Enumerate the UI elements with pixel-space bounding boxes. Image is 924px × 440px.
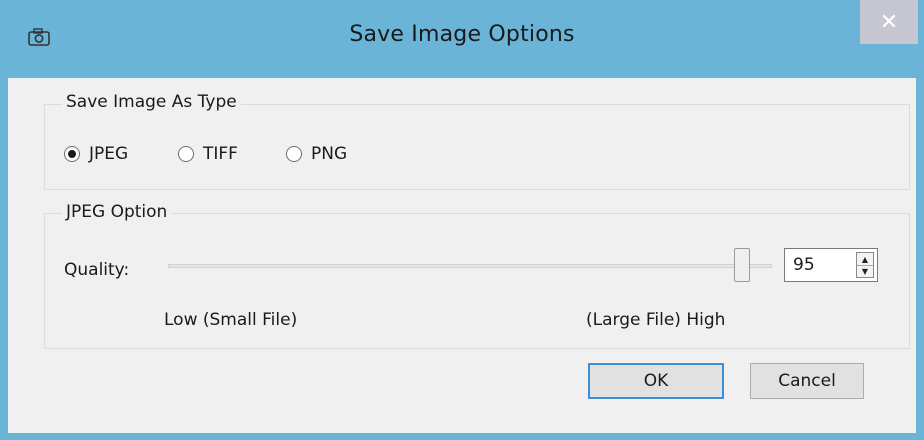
- quality-label: Quality:: [64, 260, 130, 280]
- close-icon: ✕: [879, 9, 899, 35]
- radio-jpeg-label: JPEG: [89, 144, 129, 164]
- jpeg-option-legend: JPEG Option: [62, 202, 172, 222]
- save-image-options-dialog: Save Image Options ✕ Save Image As Type …: [0, 0, 924, 440]
- window-title: Save Image Options: [349, 22, 575, 47]
- radio-png[interactable]: PNG: [286, 144, 347, 164]
- quality-spinbox[interactable]: 95 ▲ ▼: [784, 248, 878, 282]
- radio-jpeg-indicator[interactable]: [64, 146, 80, 162]
- quality-slider-track[interactable]: [168, 264, 772, 268]
- radio-png-label: PNG: [311, 144, 348, 164]
- low-quality-label: Low (Small File): [164, 310, 298, 330]
- ok-button[interactable]: OK: [588, 363, 724, 399]
- quality-value[interactable]: 95: [793, 255, 815, 275]
- radio-tiff[interactable]: TIFF: [178, 144, 238, 164]
- spin-down-arrow-icon[interactable]: ▼: [857, 265, 873, 277]
- dialog-body: Save Image As Type JPEG TIFF PNG JPEG Op…: [8, 78, 916, 433]
- quality-slider-thumb[interactable]: [733, 248, 750, 282]
- radio-tiff-label: TIFF: [203, 144, 238, 164]
- close-button[interactable]: ✕: [860, 0, 918, 44]
- save-type-group: [44, 104, 910, 190]
- radio-tiff-indicator[interactable]: [178, 146, 194, 162]
- cancel-button[interactable]: Cancel: [750, 363, 864, 399]
- high-quality-label: (Large File) High: [586, 310, 726, 330]
- save-type-legend: Save Image As Type: [62, 92, 241, 112]
- title-bar[interactable]: Save Image Options ✕: [0, 0, 924, 80]
- radio-jpeg[interactable]: JPEG: [64, 144, 128, 164]
- spin-buttons[interactable]: ▲ ▼: [856, 252, 874, 278]
- radio-png-indicator[interactable]: [286, 146, 302, 162]
